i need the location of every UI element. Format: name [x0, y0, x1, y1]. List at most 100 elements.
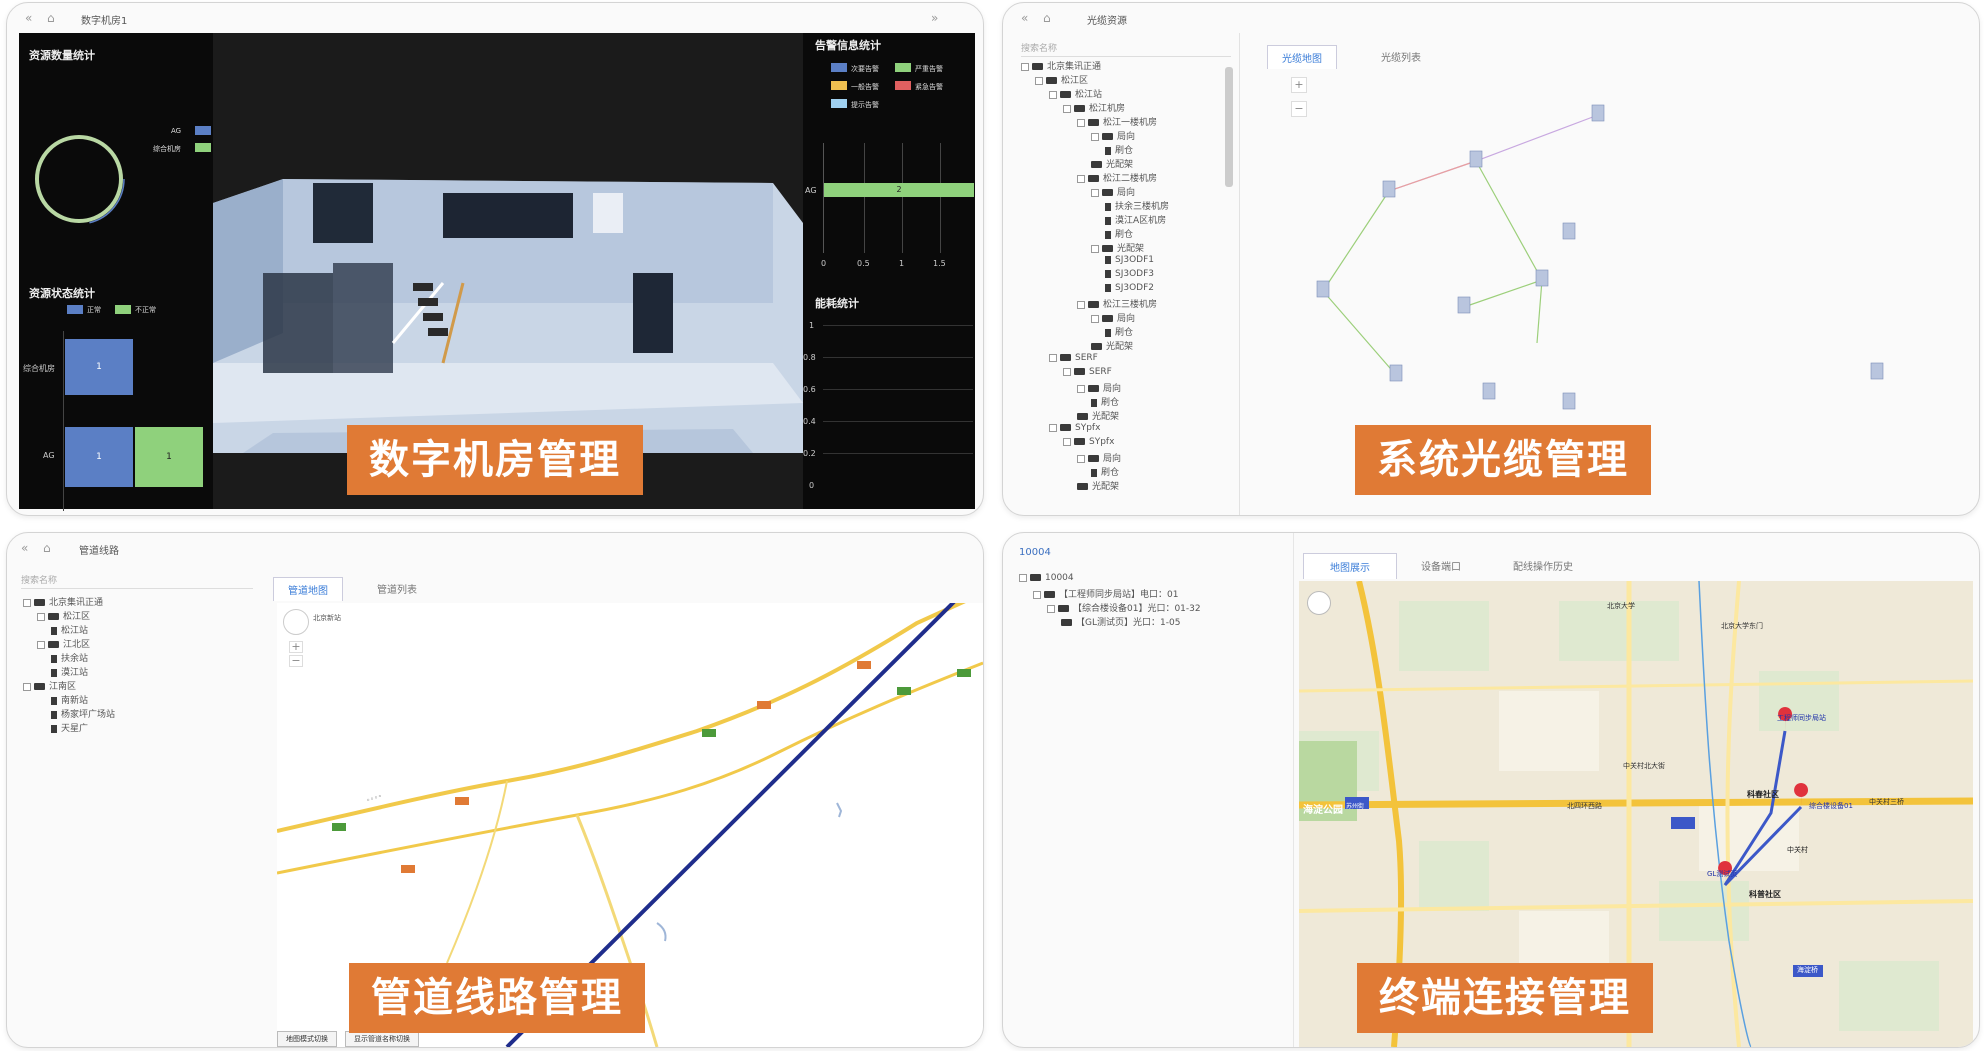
back-icon[interactable]: «	[1021, 11, 1028, 25]
status-bar: 1	[135, 427, 203, 487]
energy-tick: 1	[809, 321, 815, 330]
tree-node[interactable]: 江南区	[23, 679, 76, 692]
tree-node[interactable]: 10004	[1019, 573, 1074, 583]
panel-fiber-cable: « ⌂ 光缆资源 搜索名称 北京集讯正通 松江区 松江站 松江机房 松江一楼机房…	[1002, 2, 1980, 516]
tab-map-display[interactable]: 地图展示	[1303, 553, 1397, 579]
alarm-legend-label: 紧急告警	[915, 83, 943, 91]
tree-node[interactable]: 【GL测试页】光口：1-05	[1061, 615, 1180, 628]
tree-node[interactable]: 杨家坪广场站	[51, 707, 115, 720]
zoom-out-button[interactable]: −	[289, 655, 303, 667]
energy-gridline	[823, 357, 973, 358]
tree-node[interactable]: 光配架	[1091, 157, 1133, 170]
tab-device-ports[interactable]: 设备端口	[1395, 553, 1487, 578]
tree-node[interactable]: 光配架	[1091, 241, 1144, 254]
tree-node[interactable]: 【综合楼设备01】光口：01-32	[1047, 601, 1201, 614]
home-icon[interactable]: ⌂	[47, 11, 55, 25]
tree-node[interactable]: 局向	[1091, 185, 1135, 198]
map-label: 科春社区	[1747, 790, 1779, 799]
tree-node[interactable]: SERF	[1049, 353, 1098, 363]
tree-node[interactable]: SJ3ODF2	[1105, 283, 1154, 293]
tree-node[interactable]: 松江区	[1035, 73, 1088, 86]
map-label: 中关村三桥	[1869, 798, 1904, 806]
map-label: 综合楼设备01	[1809, 802, 1853, 810]
tree-node[interactable]: 扶余三楼机房	[1105, 199, 1169, 212]
zoom-in-button[interactable]: +	[289, 641, 303, 653]
caption: 数字机房管理	[347, 425, 643, 495]
back-icon[interactable]: «	[25, 11, 32, 25]
tree-node[interactable]: 刷仓	[1091, 395, 1119, 408]
tree-node[interactable]: SYpfx	[1049, 423, 1100, 433]
tree-node[interactable]: 【工程师同步局站】电口：01	[1033, 587, 1178, 600]
tree-node[interactable]: 松江一楼机房	[1077, 115, 1157, 128]
tree-node[interactable]: 天星广	[51, 721, 88, 734]
panel-pipeline: « ⌂ 管道线路 搜索名称 北京集讯正通 松江区 松江站 江北区 扶余站 漠江站…	[6, 532, 984, 1048]
pipe-name-toggle-button[interactable]: 显示管道名称切换	[345, 1031, 419, 1047]
pan-control[interactable]	[1307, 591, 1331, 615]
tree-node[interactable]: 刷仓	[1091, 465, 1119, 478]
fiber-topology-map[interactable]	[1263, 93, 1963, 433]
tree-node[interactable]: SERF	[1063, 367, 1112, 377]
search-input[interactable]: 搜索名称	[21, 571, 253, 589]
legend-room-swatch	[195, 143, 211, 152]
panel-digital-room: « ⌂ 数字机房1 » 资源数量统计 AG 综合机房 资源状态统计 正常 不正常…	[6, 2, 984, 516]
tree-node[interactable]: 松江站	[51, 623, 88, 636]
energy-tick: 0.2	[803, 449, 816, 458]
home-icon[interactable]: ⌂	[43, 541, 51, 555]
legend-room-label: 综合机房	[153, 145, 181, 153]
energy-gridline	[823, 389, 973, 390]
map-station-label: 北京新站	[313, 614, 341, 622]
tree-node[interactable]: 光配架	[1091, 339, 1133, 352]
tab-fiber-map[interactable]: 光缆地图	[1267, 45, 1337, 69]
resource-count-title: 资源数量统计	[29, 49, 95, 62]
tree-node[interactable]: 北京集讯正通	[23, 595, 103, 608]
tab-title[interactable]: 数字机房1	[81, 12, 127, 27]
tree-node[interactable]: 局向	[1077, 381, 1121, 394]
top-bar: « ⌂ 数字机房1 »	[7, 3, 983, 33]
tab-wiring-history[interactable]: 配线操作历史	[1487, 553, 1599, 578]
alarm-legend-swatch	[831, 99, 847, 108]
tab-title[interactable]: 光缆资源	[1087, 12, 1127, 27]
expand-icon[interactable]: »	[931, 11, 938, 25]
tree-node[interactable]: 扶余站	[51, 651, 88, 664]
tab-pipe-map[interactable]: 管道地图	[273, 577, 343, 601]
map-label: GL测试页	[1707, 870, 1738, 878]
energy-gridline	[823, 325, 973, 326]
tree-node[interactable]: 漠江A区机房	[1105, 213, 1166, 226]
tab-title[interactable]: 管道线路	[79, 542, 119, 557]
tree-node[interactable]: 漠江站	[51, 665, 88, 678]
tree-node[interactable]: 北京集讯正通	[1021, 59, 1101, 72]
pan-control[interactable]	[283, 609, 309, 635]
map-label: 中关村北大街	[1623, 762, 1665, 770]
tree-node[interactable]: 松江机房	[1063, 101, 1125, 114]
map-label: 中关村	[1787, 846, 1808, 854]
tree-node[interactable]: 刷仓	[1105, 325, 1133, 338]
tree-node[interactable]: 松江站	[1049, 87, 1102, 100]
caption: 管道线路管理	[349, 963, 645, 1033]
tree-node[interactable]: 江北区	[37, 637, 90, 650]
tree-node[interactable]: 松江三楼机房	[1077, 297, 1157, 310]
tree-node[interactable]: 南新站	[51, 693, 88, 706]
tree-node[interactable]: 局向	[1091, 129, 1135, 142]
tab-fiber-list[interactable]: 光缆列表	[1367, 45, 1435, 68]
map-mode-button[interactable]: 地图模式切换	[277, 1031, 337, 1047]
tree-node[interactable]: 刷仓	[1105, 227, 1133, 240]
tree-node[interactable]: 光配架	[1077, 409, 1119, 422]
back-icon[interactable]: «	[21, 541, 28, 555]
tree-node[interactable]: SJ3ODF3	[1105, 269, 1154, 279]
energy-gridline	[823, 421, 973, 422]
tree-node[interactable]: SJ3ODF1	[1105, 255, 1154, 265]
zoom-in-button[interactable]: +	[1291, 77, 1307, 93]
tree-node[interactable]: 光配架	[1077, 479, 1119, 492]
tree-node[interactable]: 松江二楼机房	[1077, 171, 1157, 184]
scrollbar[interactable]	[1225, 67, 1233, 187]
tree-node[interactable]: SYpfx	[1063, 437, 1114, 447]
tree-node[interactable]: 刷仓	[1105, 143, 1133, 156]
tab-pipe-list[interactable]: 管道列表	[363, 577, 431, 600]
tree-node[interactable]: 局向	[1077, 451, 1121, 464]
home-icon[interactable]: ⌂	[1043, 11, 1051, 25]
map-label: 北京大学	[1607, 602, 1635, 610]
tree-node[interactable]: 松江区	[37, 609, 90, 622]
divider	[1293, 533, 1294, 1047]
search-input[interactable]: 搜索名称	[1021, 39, 1231, 57]
tree-node[interactable]: 局向	[1091, 311, 1135, 324]
